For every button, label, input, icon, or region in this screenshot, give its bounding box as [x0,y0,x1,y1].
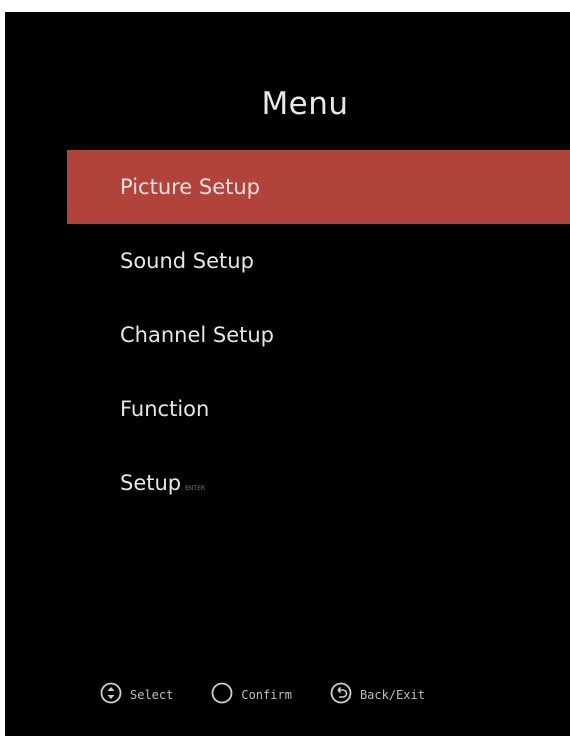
menu-title: Menu [261,86,349,122]
back-hint: Back/Exit [330,682,425,707]
menu-item-label: Function [120,397,210,421]
menu-item-function[interactable]: Function [67,372,570,446]
up-down-icon [100,682,130,707]
select-label: Select [130,687,174,702]
menu-item-channel-setup[interactable]: Channel Setup [67,298,570,372]
menu-list: Picture Setup Sound Setup Channel Setup … [67,150,570,520]
confirm-hint: Confirm [211,682,292,707]
circle-icon [211,682,241,707]
select-hint: Select [100,682,173,707]
back-arrow-icon [330,682,360,707]
footer-hints: Select Confirm Back/Exit [100,682,463,707]
menu-item-setup[interactable]: Setup ENTER [67,446,570,520]
menu-item-suffix: ENTER [185,484,206,492]
menu-item-label: Sound Setup [120,249,254,273]
menu-item-picture-setup[interactable]: Picture Setup [67,150,570,224]
tv-screen: Menu Picture Setup Sound Setup Channel S… [5,12,570,736]
menu-item-sound-setup[interactable]: Sound Setup [67,224,570,298]
back-label: Back/Exit [359,687,425,702]
menu-item-label: Setup [120,471,182,495]
menu-item-label: Channel Setup [120,323,275,347]
menu-item-label: Picture Setup [120,175,261,199]
confirm-label: Confirm [241,687,292,702]
